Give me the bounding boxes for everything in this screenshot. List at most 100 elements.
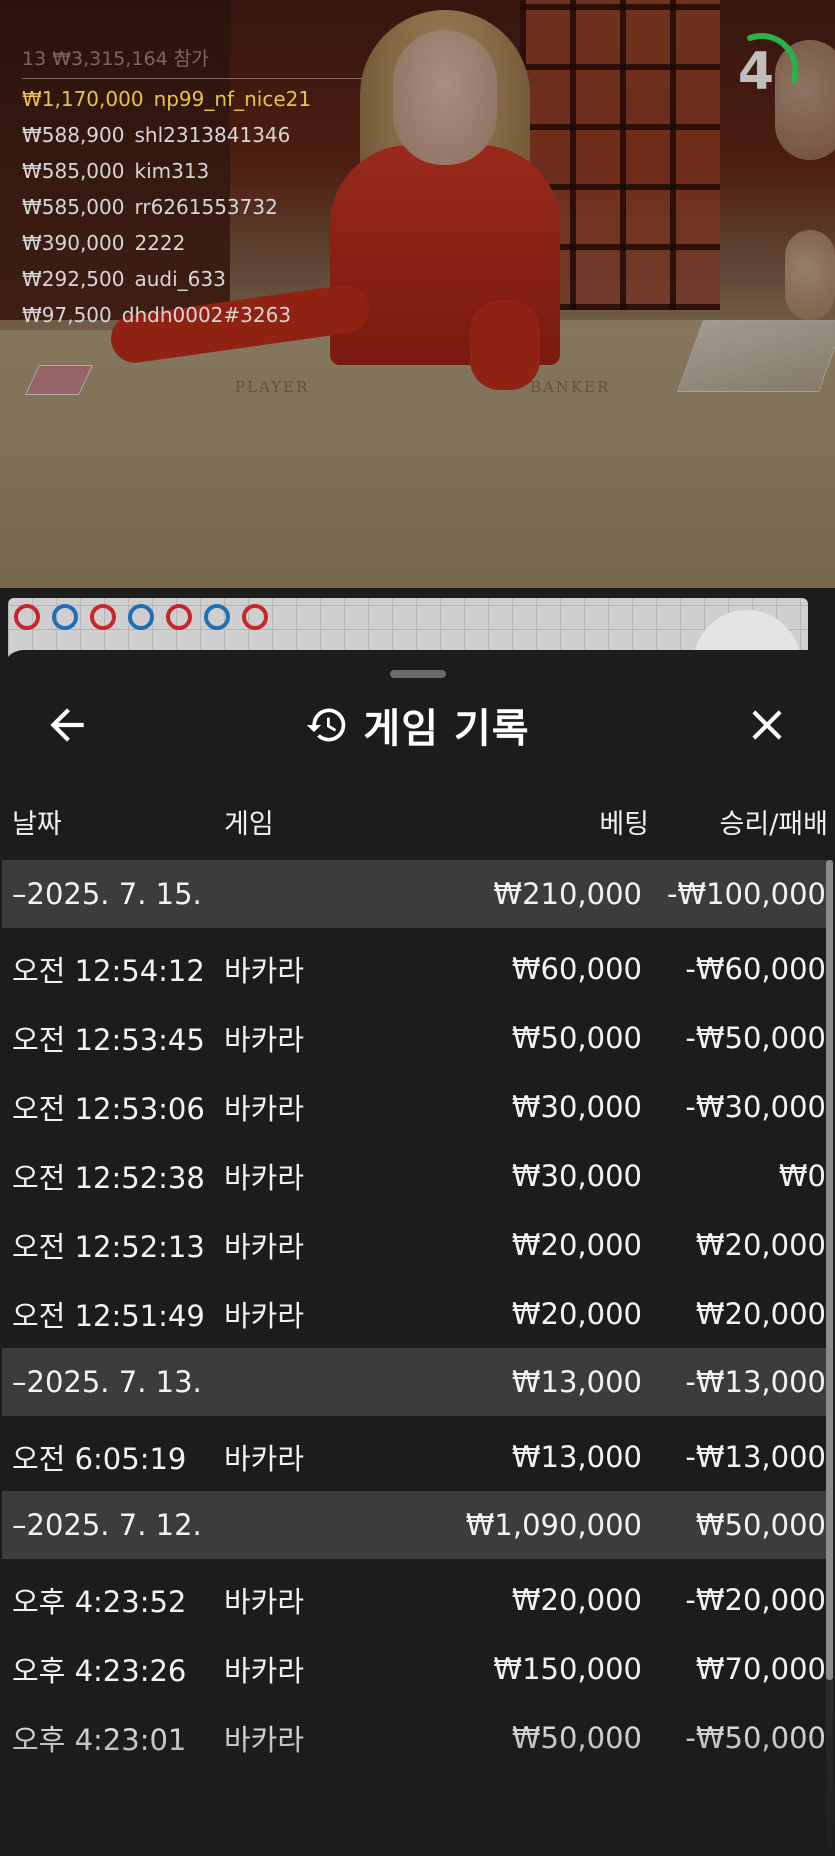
date-group-header[interactable]: –2025. 7. 12. ₩1,090,000 ₩50,000 (2, 1491, 826, 1559)
winner-username: np99_nf_nice21 (153, 87, 312, 111)
drag-handle[interactable] (390, 670, 446, 678)
winner-row: ₩585,000 kim313 (22, 153, 342, 189)
back-button[interactable] (42, 700, 92, 750)
row-bet: ₩30,000 (511, 1089, 642, 1124)
winner-username: kim313 (134, 159, 210, 183)
scrollbar-thumb[interactable] (826, 860, 833, 1680)
row-game: 바카라 (224, 1653, 305, 1688)
history-icon (307, 708, 346, 742)
row-bet: ₩60,000 (511, 951, 642, 986)
winner-amount: ₩97,500 (22, 303, 112, 327)
winner-username: 2222 (134, 231, 186, 255)
winner-username: dhdh0002#3263 (121, 303, 292, 327)
bead-blue (52, 604, 78, 630)
row-game: 바카라 (224, 1022, 305, 1057)
sheet-header: 게임 기록 (2, 690, 833, 760)
history-row[interactable]: 오후 4:23:01 바카라 ₩50,000 -₩50,000 (2, 1703, 826, 1772)
row-time: 오전 12:52:13 (12, 1229, 205, 1264)
history-row[interactable]: 오전 12:53:45 바카라 ₩50,000 -₩50,000 (2, 1003, 826, 1072)
history-row[interactable]: 오전 12:52:38 바카라 ₩30,000 ₩0 (2, 1141, 826, 1210)
history-row[interactable]: 오전 12:53:06 바카라 ₩30,000 -₩30,000 (2, 1072, 826, 1141)
row-result: -₩30,000 (685, 1089, 826, 1124)
group-bet-total: ₩210,000 (493, 877, 642, 911)
close-icon (752, 710, 782, 740)
row-bet: ₩30,000 (511, 1158, 642, 1193)
bead-red (90, 604, 116, 630)
arrow-left-icon (50, 708, 84, 742)
winner-amount: ₩588,900 (22, 123, 125, 147)
row-time: 오전 12:53:45 (12, 1022, 205, 1057)
winner-amount: ₩585,000 (22, 195, 125, 219)
history-row[interactable]: 오전 12:52:13 바카라 ₩20,000 ₩20,000 (2, 1210, 826, 1279)
group-result-total: -₩13,000 (685, 1365, 826, 1399)
row-result: ₩20,000 (695, 1296, 826, 1331)
row-game: 바카라 (224, 1298, 305, 1333)
winner-username: shl2313841346 (134, 123, 291, 147)
group-date: –2025. 7. 15. (12, 877, 202, 911)
history-list[interactable]: –2025. 7. 15. ₩210,000 -₩100,000 오전 12:54:1… (2, 860, 826, 1772)
winner-amount: ₩390,000 (22, 231, 125, 255)
row-time: 오전 12:51:49 (12, 1298, 205, 1333)
row-time: 오후 4:23:01 (12, 1722, 187, 1757)
winner-row: ₩585,000 rr6261553732 (22, 189, 342, 225)
winners-total: 13 ₩3,315,164 참가 (22, 48, 209, 70)
group-date: –2025. 7. 12. (12, 1508, 202, 1542)
column-header-result: 승리/패배 (719, 809, 828, 840)
row-result: -₩50,000 (685, 1720, 826, 1755)
history-row[interactable]: 오전 6:05:19 바카라 ₩13,000 -₩13,000 (2, 1422, 826, 1491)
winner-username: rr6261553732 (134, 195, 278, 219)
scrollbar[interactable] (826, 860, 833, 1856)
date-group-header[interactable]: –2025. 7. 13. ₩13,000 -₩13,000 (2, 1348, 826, 1416)
bead-red (242, 604, 268, 630)
bead-red (166, 604, 192, 630)
row-result: -₩13,000 (685, 1439, 826, 1474)
bead-blue (204, 604, 230, 630)
winner-username: audi_633 (134, 267, 226, 291)
history-row[interactable]: 오전 12:54:12 바카라 ₩60,000 -₩60,000 (2, 934, 826, 1003)
row-bet: ₩20,000 (511, 1582, 642, 1617)
row-game: 바카라 (224, 1584, 305, 1619)
row-bet: ₩50,000 (511, 1020, 642, 1055)
row-game: 바카라 (224, 1160, 305, 1195)
row-time: 오후 4:23:52 (12, 1584, 187, 1619)
row-result: -₩50,000 (685, 1020, 826, 1055)
bead-red (14, 604, 40, 630)
winner-row: ₩390,000 2222 (22, 225, 342, 261)
row-game: 바카라 (224, 953, 305, 988)
winners-list: 13 ₩3,315,164 참가 ₩1,170,000 np99_nf_nice2… (22, 44, 362, 333)
history-row[interactable]: 오전 12:51:49 바카라 ₩20,000 ₩20,000 (2, 1279, 826, 1348)
date-group-header[interactable]: –2025. 7. 15. ₩210,000 -₩100,000 (2, 860, 826, 928)
row-bet: ₩20,000 (511, 1227, 642, 1262)
winner-row: ₩1,170,000 np99_nf_nice21 (22, 81, 342, 117)
group-result-total: ₩50,000 (695, 1508, 826, 1542)
column-header-game: 게임 (224, 809, 274, 840)
countdown-value: 4 (737, 42, 775, 102)
row-result: ₩20,000 (695, 1227, 826, 1262)
row-game: 바카라 (224, 1441, 305, 1476)
row-bet: ₩13,000 (511, 1439, 642, 1474)
history-row[interactable]: 오후 4:23:52 바카라 ₩20,000 -₩20,000 (2, 1565, 826, 1634)
winner-amount: ₩1,170,000 (22, 87, 144, 111)
row-time: 오전 12:52:38 (12, 1160, 205, 1195)
row-game: 바카라 (224, 1091, 305, 1126)
bead-blue (128, 604, 154, 630)
row-time: 오후 4:23:26 (12, 1653, 187, 1688)
countdown-timer: 4 (720, 32, 800, 112)
winner-amount: ₩292,500 (22, 267, 125, 291)
group-date: –2025. 7. 13. (12, 1365, 202, 1399)
row-bet: ₩50,000 (511, 1720, 642, 1755)
row-game: 바카라 (224, 1722, 305, 1757)
close-button[interactable] (742, 700, 792, 750)
column-header-bet: 베팅 (599, 809, 649, 840)
winner-row: ₩292,500 audi_633 (22, 261, 342, 297)
row-time: 오전 12:54:12 (12, 953, 205, 988)
history-row[interactable]: 오후 4:23:26 바카라 ₩150,000 ₩70,000 (2, 1634, 826, 1703)
live-video[interactable]: PLAYER BANKER 13 ₩3,315,164 참가 ₩1,170,00… (0, 0, 835, 588)
group-bet-total: ₩13,000 (511, 1365, 642, 1399)
column-header-date: 날짜 (12, 809, 62, 840)
game-history-sheet: 게임 기록 날짜 게임 베팅 승리/패배 –2025. 7. 15. ₩210,0… (2, 650, 833, 1856)
row-time: 오전 12:53:06 (12, 1091, 205, 1126)
row-bet: ₩150,000 (493, 1651, 642, 1686)
row-time: 오전 6:05:19 (12, 1441, 187, 1476)
group-result-total: -₩100,000 (666, 877, 826, 911)
